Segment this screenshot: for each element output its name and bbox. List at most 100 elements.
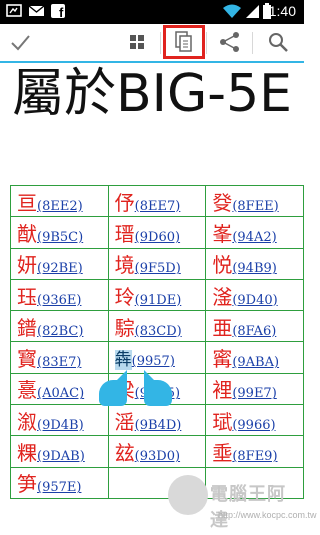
char-code-link[interactable]: (9957) — [132, 354, 175, 369]
table-cell: 騌(83CD) — [107, 310, 207, 343]
table-row: 粿(9DAB) 玆(93D0) 埀(8FE9) — [10, 435, 304, 468]
character[interactable]: 珏 — [17, 285, 37, 309]
character[interactable]: 亘 — [17, 191, 37, 215]
table-cell: 猷(9B5C) — [10, 216, 109, 249]
character[interactable]: 瑨 — [115, 222, 135, 246]
done-button[interactable] — [0, 24, 40, 60]
table-cell: 寳(83E7) — [10, 341, 109, 374]
watermark-name: 電腦王阿達 — [210, 484, 286, 531]
char-code-link[interactable]: (94A2) — [232, 230, 276, 245]
char-code-link[interactable]: (9D40) — [232, 293, 277, 308]
share-button[interactable] — [212, 24, 248, 60]
char-code-link[interactable]: (9DAB) — [37, 449, 85, 464]
table-cell: 峯(94A2) — [205, 216, 304, 249]
select-all-button[interactable] — [119, 24, 155, 60]
watermark: 電腦王阿達 http://www.kocpc.com.tw — [166, 470, 317, 535]
table-cell: 埀(8FE9) — [205, 435, 304, 468]
table-row: 猷(9B5C) 瑨(9D60) 峯(94A2) — [10, 216, 304, 249]
character[interactable]: 峯 — [212, 222, 232, 246]
status-time: 1:40 — [268, 3, 296, 19]
character[interactable]: 犇 — [114, 350, 132, 371]
char-code-link[interactable]: (9B5C) — [37, 230, 83, 245]
char-code-link[interactable]: (9D4B) — [37, 418, 84, 433]
search-button[interactable] — [258, 24, 298, 60]
char-code-link[interactable]: (83CD) — [135, 324, 182, 339]
character[interactable]: 鐠 — [17, 316, 37, 340]
table-cell: 犇(9957) — [107, 341, 207, 374]
char-code-link[interactable]: (83E7) — [37, 355, 81, 370]
character[interactable]: 境 — [115, 253, 135, 277]
signal-icon — [246, 5, 259, 18]
table-cell: 鐠(82BC) — [10, 310, 109, 343]
char-code-link[interactable]: (9D60) — [135, 230, 180, 245]
char-code-link[interactable]: (A0AC) — [37, 386, 84, 401]
character[interactable]: 寗 — [212, 347, 232, 371]
character[interactable]: 裡 — [212, 378, 232, 402]
watermark-url: http://www.kocpc.com.tw — [218, 510, 317, 520]
character[interactable]: 珷 — [212, 410, 232, 434]
mail-icon — [28, 5, 45, 16]
character[interactable]: 滏 — [212, 285, 232, 309]
char-code-link[interactable]: (91DE) — [135, 293, 182, 308]
table-row: 亘(8EE2) 伃(8EE7) 癹(8FEE) — [10, 184, 304, 218]
table-cell: 裡(99E7) — [205, 372, 304, 406]
character[interactable]: 悦 — [212, 253, 232, 277]
wifi-icon — [223, 4, 241, 18]
status-bar: f 1:40 — [0, 0, 304, 24]
char-code-link[interactable]: (99E7) — [232, 386, 276, 401]
select-all-icon — [130, 35, 144, 49]
character[interactable]: 妍 — [17, 253, 37, 277]
char-code-link[interactable]: (9B4D) — [135, 418, 182, 433]
character[interactable]: 埀 — [212, 441, 232, 465]
character[interactable]: 伃 — [115, 191, 135, 215]
char-code-link[interactable]: (82BC) — [37, 324, 83, 339]
char-code-link[interactable]: (936E) — [37, 293, 81, 308]
char-code-link[interactable]: (93D0) — [135, 449, 180, 464]
char-code-link[interactable]: (8FA6) — [232, 324, 276, 339]
char-code-link[interactable]: (92BE) — [37, 261, 83, 276]
table-cell: 亘(8EE2) — [10, 184, 109, 218]
character[interactable]: 癹 — [212, 191, 232, 215]
table-row: 鐠(82BC) 騌(83CD) 亜(8FA6) — [10, 310, 304, 343]
table-cell: 境(9F5D) — [107, 247, 207, 280]
table-cell: 妍(92BE) — [10, 247, 109, 280]
char-code-link[interactable]: (94B9) — [232, 261, 277, 276]
table-row: 寳(83E7) 犇(9957) 寗(9ABA) — [10, 341, 304, 374]
selection-handle-end[interactable] — [144, 370, 172, 406]
copy-highlight-box — [163, 25, 205, 59]
character[interactable]: 亜 — [212, 316, 232, 340]
character[interactable]: 粿 — [17, 441, 37, 465]
character[interactable]: 騌 — [115, 316, 135, 340]
character[interactable]: 猷 — [17, 222, 37, 246]
table-cell: 瑨(9D60) — [107, 216, 207, 249]
char-code-link[interactable]: (9966) — [232, 418, 275, 433]
char-code-link[interactable]: (8FE9) — [232, 449, 277, 464]
char-code-link[interactable]: (8FEE) — [232, 199, 278, 214]
char-code-link[interactable]: (9ABA) — [232, 355, 279, 370]
notification-icon — [6, 4, 22, 17]
share-icon — [220, 32, 239, 52]
character[interactable]: 笋 — [17, 472, 37, 496]
character[interactable]: 玆 — [115, 441, 135, 465]
char-code-link[interactable]: (8EE2) — [37, 199, 83, 214]
character[interactable]: 滛 — [115, 410, 135, 434]
character[interactable]: 寳 — [17, 347, 37, 371]
char-code-link[interactable]: (9F5D) — [135, 261, 181, 276]
selection-handle-start[interactable] — [99, 370, 127, 406]
contextual-action-bar — [0, 24, 304, 62]
watermark-logo — [168, 475, 208, 515]
char-code-link[interactable]: (8EE7) — [135, 199, 181, 214]
table-cell: 溆(9D4B) — [10, 404, 109, 437]
table-cell: 伃(8EE7) — [107, 184, 207, 218]
char-code-link[interactable]: (957E) — [37, 480, 81, 495]
table-cell: 滛(9B4D) — [107, 404, 207, 437]
table-cell: 亜(8FA6) — [205, 310, 304, 343]
character-table: 亘(8EE2) 伃(8EE7) 癹(8FEE) 猷(9B5C) 瑨(9D60) 峯(94A… — [10, 184, 304, 499]
character[interactable]: 玲 — [115, 285, 135, 309]
table-cell: 珷(9966) — [205, 404, 304, 437]
character[interactable]: 憙 — [17, 378, 37, 402]
character[interactable]: 溆 — [17, 410, 37, 434]
search-icon — [269, 33, 288, 52]
table-row: 珏(936E) 玲(91DE) 滏(9D40) — [10, 278, 304, 312]
facebook-icon: f — [51, 4, 65, 19]
